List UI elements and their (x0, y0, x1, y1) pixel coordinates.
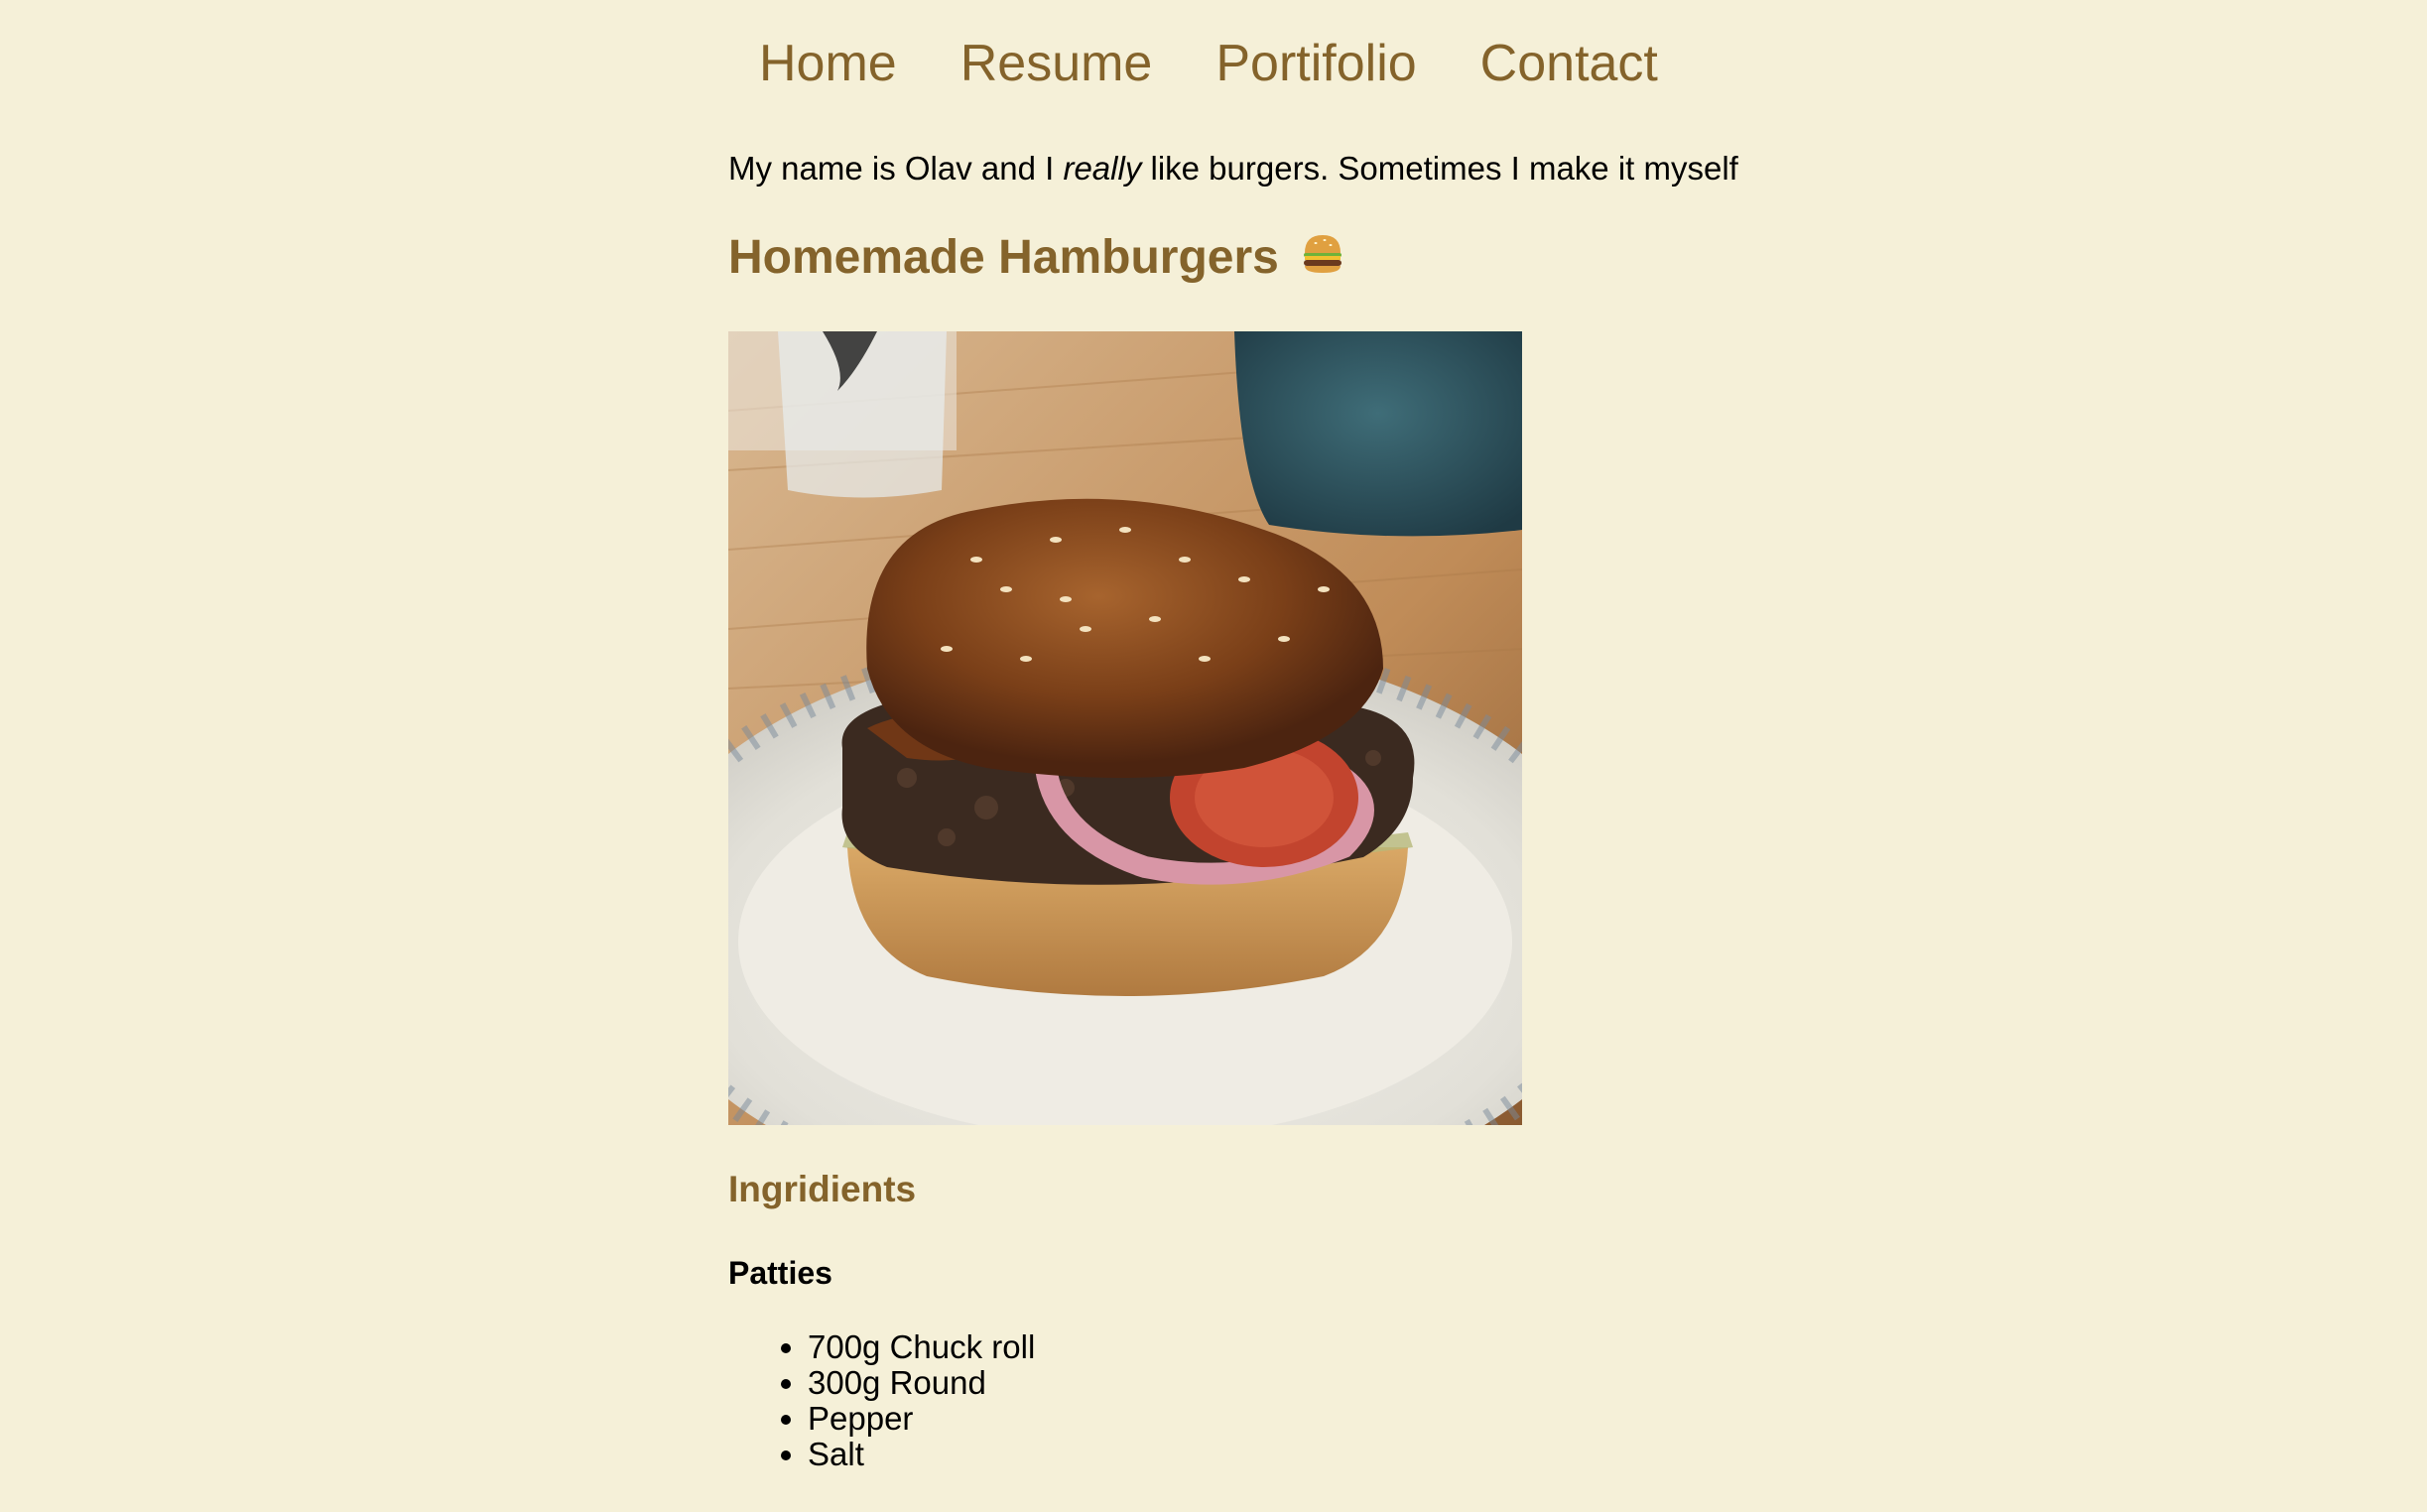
list-item: Salt (808, 1437, 1035, 1472)
burger-photo (728, 331, 1522, 1125)
recipe-title-text: Homemade Hamburgers (728, 231, 1279, 284)
nav-home-link[interactable]: Home (759, 32, 897, 95)
intro-text-start: My name is Olav and I (728, 150, 1064, 187)
ingredients-heading: Ingridients (728, 1169, 917, 1209)
burger-photo-image (728, 331, 1522, 1125)
list-item: Pepper (808, 1401, 1035, 1437)
nav-portfolio-link[interactable]: Portifolio (1215, 32, 1416, 95)
list-item: 700g Chuck roll (808, 1329, 1035, 1365)
list-item: 300g Round (808, 1365, 1035, 1401)
hamburger-icon (1304, 235, 1342, 273)
intro-text-end: like burgers. Sometimes I make it myself (1141, 150, 1738, 187)
patties-list: 700g Chuck roll 300g Round Pepper Salt (728, 1329, 1035, 1472)
main-nav: Home Resume Portifolio Contact (759, 32, 1722, 95)
nav-resume-link[interactable]: Resume (960, 32, 1153, 95)
patties-heading: Patties (728, 1255, 832, 1291)
intro-text-emphasis: really (1063, 150, 1142, 187)
nav-contact-link[interactable]: Contact (1480, 32, 1658, 95)
intro-text: My name is Olav and I really like burger… (728, 147, 1738, 190)
recipe-title: Homemade Hamburgers (728, 226, 1345, 290)
